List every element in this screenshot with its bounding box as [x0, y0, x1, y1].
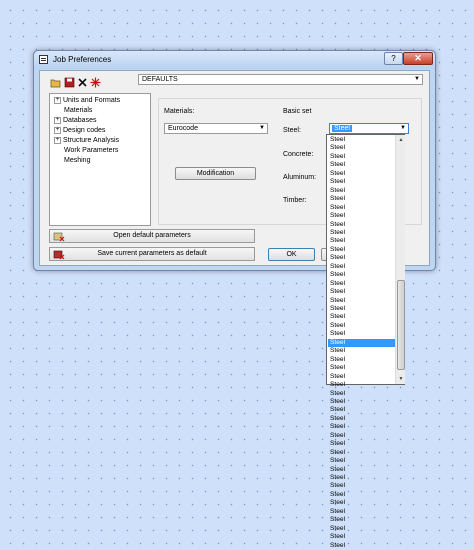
concrete-label: Concrete: [283, 151, 314, 158]
dropdown-option[interactable]: Steel [328, 178, 395, 186]
dropdown-option[interactable]: Steel [328, 195, 395, 203]
tree-item-work-parameters[interactable]: Work Parameters [54, 146, 118, 156]
dropdown-option[interactable]: Steel [328, 415, 395, 423]
close-button[interactable]: ✕ [403, 52, 433, 65]
tree-item-databases[interactable]: + Databases [54, 116, 96, 126]
chevron-down-icon: ▼ [400, 125, 406, 131]
tree-item-meshing[interactable]: Meshing [54, 156, 90, 166]
steel-label: Steel: [283, 127, 301, 134]
configuration-value: DEFAULTS [142, 76, 178, 83]
dropdown-option[interactable]: Steel [328, 330, 395, 338]
dropdown-option[interactable]: Steel [328, 263, 395, 271]
dropdown-option[interactable]: Steel [328, 170, 395, 178]
ok-button[interactable]: OK [268, 248, 315, 261]
dropdown-option[interactable]: Steel [328, 204, 395, 212]
dropdown-option[interactable]: Steel [328, 364, 395, 372]
dropdown-option[interactable]: Steel [328, 356, 395, 364]
dropdown-option[interactable]: Steel [328, 398, 395, 406]
modification-button[interactable]: Modification [175, 167, 256, 180]
dropdown-option[interactable]: Steel [328, 373, 395, 381]
delete-icon[interactable] [77, 77, 88, 88]
dropdown-option[interactable]: Steel [328, 381, 395, 389]
scroll-up-icon[interactable]: ▲ [397, 136, 405, 144]
dropdown-option[interactable]: Steel [328, 153, 395, 161]
tree-item-structure-analysis[interactable]: + Structure Analysis [54, 136, 119, 146]
dropdown-option[interactable]: Steel [328, 516, 395, 524]
dropdown-option[interactable]: Steel [328, 187, 395, 195]
dropdown-option[interactable]: Steel [328, 508, 395, 516]
dropdown-option[interactable]: Steel [328, 280, 395, 288]
dropdown-option[interactable]: Steel [328, 499, 395, 507]
dropdown-option[interactable]: Steel [328, 288, 395, 296]
app-icon [39, 55, 48, 64]
expand-icon[interactable]: + [54, 136, 61, 144]
steel-combo[interactable]: Steel ▼ [329, 123, 409, 134]
dropdown-option[interactable]: Steel [328, 423, 395, 431]
dropdown-option[interactable]: Steel [328, 338, 395, 348]
dropdown-option[interactable]: Steel [328, 144, 395, 152]
save-default-parameters-button[interactable]: Save current parameters as default [49, 247, 255, 261]
open-folder-icon[interactable] [50, 77, 61, 88]
help-button[interactable]: ? [384, 52, 403, 65]
dropdown-option[interactable]: Steel [328, 474, 395, 482]
dropdown-option[interactable]: Steel [328, 229, 395, 237]
dropdown-option[interactable]: Steel [328, 161, 395, 169]
chevron-down-icon: ▼ [259, 125, 265, 131]
scroll-thumb[interactable] [397, 280, 405, 370]
dropdown-option[interactable]: Steel [328, 254, 395, 262]
new-icon[interactable] [90, 77, 101, 88]
window-title: Job Preferences [53, 55, 112, 64]
tree-item-units-and-formats[interactable]: + Units and Formats [54, 96, 120, 106]
materials-combo[interactable]: Eurocode ▼ [164, 123, 268, 134]
dropdown-option[interactable]: Steel [328, 482, 395, 490]
dropdown-option[interactable]: Steel [328, 313, 395, 321]
materials-value: Eurocode [168, 125, 198, 132]
title-bar[interactable]: Job Preferences ? ✕ [34, 51, 435, 69]
tree-item-design-codes[interactable]: + Design codes [54, 126, 105, 136]
dropdown-option[interactable]: Steel [328, 466, 395, 474]
steel-value: Steel [332, 125, 352, 132]
dropdown-option[interactable]: Steel [328, 457, 395, 465]
open-default-parameters-button[interactable]: Open default parameters [49, 229, 255, 243]
settings-tree: + Units and Formats Materials + Databases … [49, 93, 151, 226]
dropdown-option[interactable]: Steel [328, 271, 395, 279]
aluminum-label: Aluminum: [283, 174, 317, 181]
dropdown-option[interactable]: Steel [328, 305, 395, 313]
dropdown-scrollbar[interactable]: ▲ ▼ [395, 135, 405, 384]
expand-icon[interactable]: + [54, 96, 61, 104]
basic-set-label: Basic set [283, 108, 312, 115]
dropdown-option[interactable]: Steel [328, 390, 395, 398]
dropdown-option[interactable]: Steel [328, 322, 395, 330]
dropdown-option[interactable]: Steel [328, 406, 395, 414]
save-icon[interactable] [64, 77, 75, 88]
dropdown-option[interactable]: Steel [328, 533, 395, 541]
configuration-combo[interactable]: DEFAULTS ▼ [138, 74, 423, 85]
timber-label: Timber: [283, 197, 307, 204]
dropdown-option[interactable]: Steel [328, 212, 395, 220]
dropdown-option[interactable]: Steel [328, 136, 395, 144]
dropdown-option[interactable]: Steel [328, 440, 395, 448]
dropdown-option[interactable]: Steel [328, 542, 395, 550]
dropdown-option[interactable]: Steel [328, 347, 395, 355]
dropdown-option[interactable]: Steel [328, 221, 395, 229]
chevron-down-icon: ▼ [414, 76, 420, 82]
scroll-down-icon[interactable]: ▼ [397, 375, 405, 383]
materials-label: Materials: [164, 108, 195, 115]
dropdown-option[interactable]: Steel [328, 297, 395, 305]
dropdown-option[interactable]: Steel [328, 432, 395, 440]
expand-icon[interactable]: + [54, 126, 61, 134]
dropdown-option[interactable]: Steel [328, 246, 395, 254]
steel-dropdown-list[interactable]: Steel Steel Steel Steel Steel Steel Steel Steel… [326, 134, 405, 549]
expand-icon[interactable]: + [54, 116, 61, 124]
dropdown-option[interactable]: Steel [328, 491, 395, 499]
dropdown-option[interactable]: Steel [328, 237, 395, 245]
dropdown-option[interactable]: Steel [328, 525, 395, 533]
tree-item-materials[interactable]: Materials [54, 106, 92, 116]
